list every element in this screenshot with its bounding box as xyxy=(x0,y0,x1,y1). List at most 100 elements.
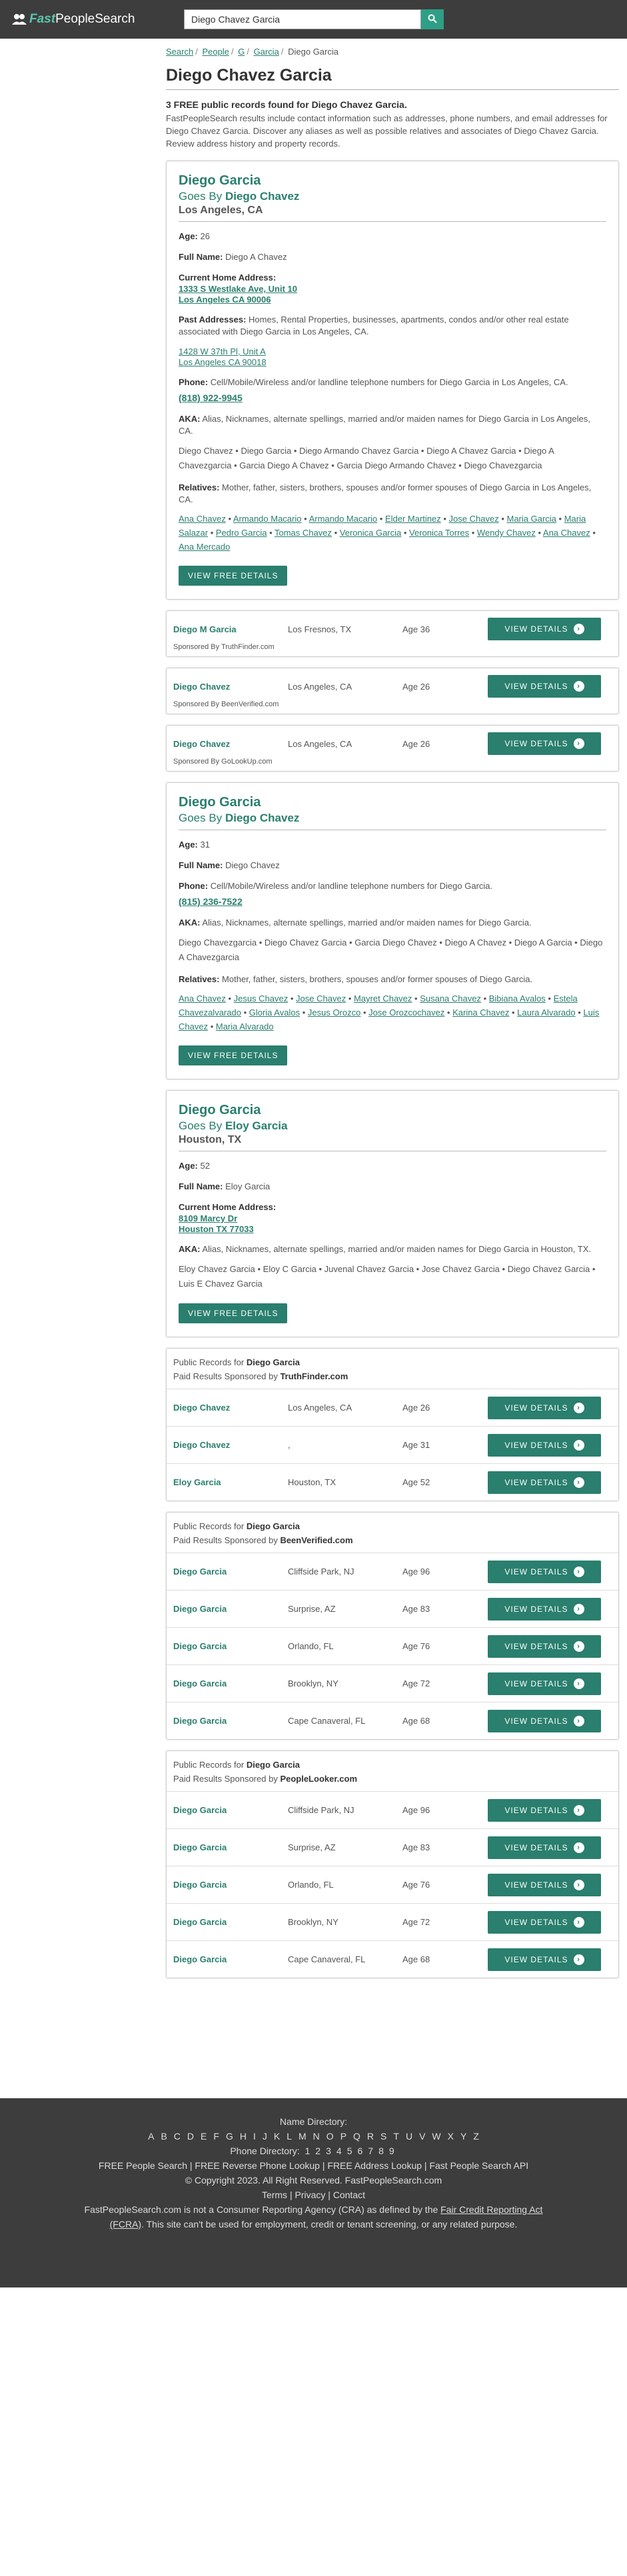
relative-link[interactable]: Jose Orozcochavez xyxy=(368,1007,444,1017)
result-name[interactable]: Diego Garcia xyxy=(173,1641,288,1651)
directory-digit-link[interactable]: 5 xyxy=(347,2146,352,2156)
legal-link[interactable]: Contact xyxy=(333,2190,365,2200)
directory-letter-link[interactable]: U xyxy=(406,2131,412,2142)
footer-link[interactable]: FREE Address Lookup xyxy=(327,2160,422,2171)
result-name[interactable]: Diego Garcia xyxy=(173,1604,288,1614)
view-details-button[interactable]: View Details › xyxy=(488,1672,601,1695)
legal-link[interactable]: Terms xyxy=(262,2190,287,2200)
footer-link[interactable]: FREE Reverse Phone Lookup xyxy=(195,2160,320,2171)
directory-letter-link[interactable]: F xyxy=(213,2131,219,2142)
footer-link[interactable]: FREE People Search xyxy=(99,2160,187,2171)
breadcrumb-search[interactable]: Search xyxy=(166,47,193,57)
view-free-details-button[interactable]: View Free Details xyxy=(179,1045,288,1065)
relative-link[interactable]: Gloria Avalos xyxy=(249,1007,300,1017)
directory-digit-link[interactable]: 8 xyxy=(378,2146,384,2156)
person-name[interactable]: Diego Garcia xyxy=(179,795,606,810)
view-details-button[interactable]: View Details › xyxy=(488,732,601,755)
relative-link[interactable]: Bibiana Avalos xyxy=(489,993,546,1003)
sponsored-name[interactable]: Diego M Garcia xyxy=(173,624,288,634)
relative-link[interactable]: Elder Martinez xyxy=(385,514,441,524)
result-name[interactable]: Diego Garcia xyxy=(173,1880,288,1890)
view-details-button[interactable]: View Details › xyxy=(488,1471,601,1494)
current-address-link[interactable]: 1333 S Westlake Ave, Unit 10 Los Angeles … xyxy=(179,284,606,305)
sponsored-name[interactable]: Diego Chavez xyxy=(173,682,288,692)
result-name[interactable]: Eloy Garcia xyxy=(173,1477,288,1487)
relative-link[interactable]: Tomas Chavez xyxy=(275,528,332,538)
site-logo[interactable]: Fast PeopleSearch xyxy=(12,12,135,27)
search-input[interactable] xyxy=(184,9,421,29)
relative-link[interactable]: Ana Chavez xyxy=(543,528,590,538)
directory-letter-link[interactable]: W xyxy=(432,2131,440,2142)
directory-digit-link[interactable]: 7 xyxy=(368,2146,373,2156)
relative-link[interactable]: Jose Chavez xyxy=(296,993,346,1003)
directory-letter-link[interactable]: K xyxy=(274,2131,280,2142)
directory-digit-link[interactable]: 3 xyxy=(326,2146,331,2156)
relative-link[interactable]: Jesus Orozco xyxy=(308,1007,360,1017)
relative-link[interactable]: Veronica Garcia xyxy=(340,528,402,538)
breadcrumb-people[interactable]: People xyxy=(202,47,229,57)
sponsored-name[interactable]: Diego Chavez xyxy=(173,739,288,749)
directory-letter-link[interactable]: Z xyxy=(473,2131,479,2142)
person-name[interactable]: Diego Garcia xyxy=(179,1103,606,1118)
directory-letter-link[interactable]: I xyxy=(253,2131,256,2142)
breadcrumb-lastname[interactable]: Garcia xyxy=(254,47,279,57)
directory-digit-link[interactable]: 6 xyxy=(357,2146,362,2156)
directory-letter-link[interactable]: R xyxy=(367,2131,374,2142)
result-name[interactable]: Diego Garcia xyxy=(173,1805,288,1815)
view-details-button[interactable]: View Details › xyxy=(488,1910,601,1934)
view-details-button[interactable]: View Details › xyxy=(488,1798,601,1822)
footer-link[interactable]: Fast People Search API xyxy=(429,2160,528,2171)
view-free-details-button[interactable]: View Free Details xyxy=(179,566,288,586)
result-name[interactable]: Diego Garcia xyxy=(173,1917,288,1927)
directory-letter-link[interactable]: N xyxy=(313,2131,320,2142)
past-address-link[interactable]: 1428 W 37th Pl, Unit A Los Angeles CA 900… xyxy=(179,346,606,368)
directory-digit-link[interactable]: 2 xyxy=(315,2146,320,2156)
relative-link[interactable]: Pedro Garcia xyxy=(216,528,267,538)
phone-link[interactable]: (818) 922-9945 xyxy=(179,392,243,404)
relative-link[interactable]: Susana Chavez xyxy=(420,993,481,1003)
person-name[interactable]: Diego Garcia xyxy=(179,173,606,189)
view-details-button[interactable]: View Details › xyxy=(488,1634,601,1658)
directory-letter-link[interactable]: G xyxy=(226,2131,233,2142)
search-button[interactable] xyxy=(421,9,444,29)
directory-letter-link[interactable]: M xyxy=(299,2131,307,2142)
directory-letter-link[interactable]: O xyxy=(326,2131,334,2142)
directory-letter-link[interactable]: X xyxy=(448,2131,454,2142)
directory-letter-link[interactable]: T xyxy=(393,2131,399,2142)
view-details-button[interactable]: View Details › xyxy=(488,1836,601,1859)
directory-letter-link[interactable]: H xyxy=(240,2131,247,2142)
current-address-link[interactable]: 8109 Marcy Dr Houston TX 77033 xyxy=(179,1213,606,1235)
result-name[interactable]: Diego Garcia xyxy=(173,1954,288,1964)
relative-link[interactable]: Wendy Chavez xyxy=(477,528,536,538)
directory-letter-link[interactable]: C xyxy=(174,2131,181,2142)
result-name[interactable]: Diego Garcia xyxy=(173,1716,288,1726)
view-details-button[interactable]: View Details › xyxy=(488,1709,601,1732)
directory-letter-link[interactable]: B xyxy=(161,2131,167,2142)
relative-link[interactable]: Ana Chavez xyxy=(179,514,226,524)
directory-digit-link[interactable]: 1 xyxy=(305,2146,311,2156)
result-name[interactable]: Diego Garcia xyxy=(173,1842,288,1852)
breadcrumb-letter[interactable]: G xyxy=(238,47,245,57)
directory-digit-link[interactable]: 4 xyxy=(336,2146,342,2156)
directory-letter-link[interactable]: P xyxy=(340,2131,346,2142)
view-free-details-button[interactable]: View Free Details xyxy=(179,1303,288,1323)
relative-link[interactable]: Karina Chavez xyxy=(452,1007,509,1017)
directory-letter-link[interactable]: S xyxy=(380,2131,386,2142)
relative-link[interactable]: Jesus Chavez xyxy=(234,993,289,1003)
result-name[interactable]: Diego Chavez xyxy=(173,1440,288,1450)
relative-link[interactable]: Maria Garcia xyxy=(506,514,556,524)
result-name[interactable]: Diego Garcia xyxy=(173,1567,288,1577)
result-name[interactable]: Diego Chavez xyxy=(173,1403,288,1413)
directory-letter-link[interactable]: A xyxy=(148,2131,154,2142)
view-details-button[interactable]: View Details › xyxy=(488,618,601,640)
relative-link[interactable]: Jose Chavez xyxy=(449,514,499,524)
relative-link[interactable]: Maria Alvarado xyxy=(216,1021,274,1031)
view-details-button[interactable]: View Details › xyxy=(488,675,601,698)
relative-link[interactable]: Mayret Chavez xyxy=(354,993,412,1003)
directory-digit-link[interactable]: 9 xyxy=(389,2146,394,2156)
directory-letter-link[interactable]: L xyxy=(287,2131,292,2142)
phone-link[interactable]: (815) 236-7522 xyxy=(179,896,243,908)
view-details-button[interactable]: View Details › xyxy=(488,1873,601,1896)
view-details-button[interactable]: View Details › xyxy=(488,1597,601,1620)
relative-link[interactable]: Armando Macario xyxy=(233,514,302,524)
